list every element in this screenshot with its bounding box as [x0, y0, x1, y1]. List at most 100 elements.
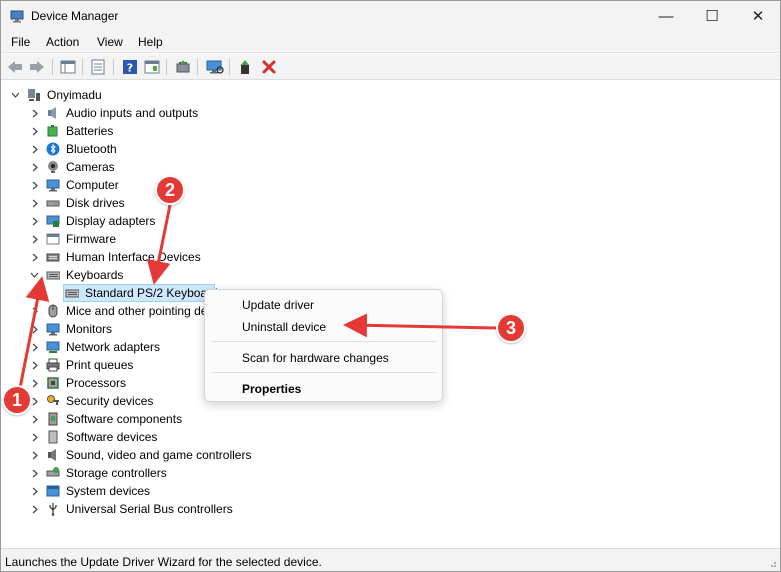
scan-hardware-icon[interactable] [206, 58, 224, 76]
title-bar: Device Manager — ☐ ✕ [1, 1, 780, 31]
tree-item-label: Disk drives [66, 196, 125, 210]
show-hide-console-tree-icon[interactable] [59, 58, 77, 76]
menu-action[interactable]: Action [46, 35, 79, 49]
properties-sheet-icon[interactable] [89, 58, 107, 76]
tree-item-standard-ps2-keyboard[interactable]: Standard PS/2 Keyboard [1, 284, 221, 302]
tree-item-keyboards[interactable]: Keyboards [1, 266, 301, 284]
tree-item-label: Monitors [66, 322, 113, 336]
tree-item-usb-controllers[interactable]: Universal Serial Bus controllers [1, 500, 301, 518]
chevron-right-icon[interactable] [30, 194, 40, 212]
chevron-right-icon[interactable] [30, 302, 40, 320]
chevron-right-icon[interactable] [30, 212, 40, 230]
processor-icon [47, 377, 59, 389]
tree-item-label: Bluetooth [66, 142, 117, 156]
context-update-driver[interactable]: Update driver [242, 298, 314, 312]
menu-file[interactable]: File [11, 35, 30, 49]
tree-item-label: Network adapters [66, 340, 161, 354]
bluetooth-icon [46, 142, 60, 156]
firmware-icon [46, 233, 60, 245]
chevron-right-icon[interactable] [30, 446, 40, 464]
tree-item-firmware[interactable]: Firmware [1, 230, 301, 248]
tree-item-label: Software components [66, 412, 183, 426]
tree-root[interactable]: Onyimadu [1, 86, 301, 104]
tree-item-software-components[interactable]: Software components [1, 410, 301, 428]
tree-item-label: System devices [66, 484, 151, 498]
tree-item-label: Display adapters [66, 214, 156, 228]
chevron-right-icon[interactable] [30, 374, 40, 392]
toolbar: ? [1, 54, 780, 80]
sound-speaker-icon [48, 449, 56, 461]
monitor-icon [46, 179, 60, 192]
tree-item-label: Software devices [66, 430, 158, 444]
usb-icon [49, 503, 57, 516]
context-properties[interactable]: Properties [242, 382, 301, 396]
tree-item-sound-video[interactable]: Sound, video and game controllers [1, 446, 301, 464]
device-manager-app-icon [10, 10, 24, 23]
context-separator [212, 341, 436, 342]
chevron-right-icon[interactable] [30, 410, 40, 428]
context-scan-hardware[interactable]: Scan for hardware changes [242, 351, 389, 365]
chevron-right-icon[interactable] [30, 248, 40, 266]
action-pane-icon[interactable] [143, 58, 161, 76]
tree-item-system-devices[interactable]: System devices [1, 482, 301, 500]
context-uninstall-device[interactable]: Uninstall device [242, 320, 326, 334]
menu-help[interactable]: Help [138, 35, 163, 49]
chevron-right-icon[interactable] [30, 158, 40, 176]
security-key-icon [47, 395, 59, 405]
forward-arrow-icon[interactable] [28, 58, 46, 76]
tree-item-hid[interactable]: Human Interface Devices [1, 248, 301, 266]
chevron-right-icon[interactable] [30, 482, 40, 500]
tree-item-label: Standard PS/2 Keyboard [85, 286, 218, 300]
chevron-right-icon[interactable] [30, 464, 40, 482]
chevron-right-icon[interactable] [30, 230, 40, 248]
status-bar: Launches the Update Driver Wizard for th… [1, 548, 780, 571]
minimize-button[interactable]: — [643, 1, 689, 31]
tree-item-audio[interactable]: Audio inputs and outputs [1, 104, 301, 122]
tree-root-label: Onyimadu [47, 88, 102, 102]
tree-item-label: Human Interface Devices [66, 250, 201, 264]
chevron-down-icon[interactable] [29, 266, 39, 284]
chevron-right-icon[interactable] [30, 500, 40, 518]
tree-item-display-adapters[interactable]: Display adapters [1, 212, 301, 230]
resize-grip-icon[interactable] [767, 558, 777, 568]
tree-item-storage-controllers[interactable]: Storage controllers [1, 464, 301, 482]
chevron-right-icon[interactable] [30, 140, 40, 158]
svg-text:?: ? [127, 62, 133, 75]
tree-item-computer[interactable]: Computer [1, 176, 301, 194]
battery-icon [47, 125, 58, 137]
status-text: Launches the Update Driver Wizard for th… [5, 555, 322, 569]
menu-view[interactable]: View [97, 35, 123, 49]
chevron-right-icon[interactable] [30, 104, 40, 122]
help-icon[interactable]: ? [121, 58, 139, 76]
tree-item-label: Cameras [66, 160, 115, 174]
tree-item-software-devices[interactable]: Software devices [1, 428, 301, 446]
chevron-right-icon[interactable] [30, 428, 40, 446]
annotation-badge-3: 3 [496, 313, 526, 343]
tree-item-bluetooth[interactable]: Bluetooth [1, 140, 301, 158]
update-driver-icon[interactable] [174, 58, 192, 76]
chevron-right-icon[interactable] [30, 356, 40, 374]
tree-item-batteries[interactable]: Batteries [1, 122, 301, 140]
chevron-right-icon[interactable] [30, 338, 40, 356]
chevron-right-icon[interactable] [30, 320, 40, 338]
add-driver-icon[interactable] [237, 58, 255, 76]
speaker-icon [48, 107, 56, 119]
tree-item-label: Keyboards [66, 268, 124, 282]
annotation-badge-2: 2 [155, 175, 185, 205]
camera-icon [48, 161, 58, 173]
tree-item-disk-drives[interactable]: Disk drives [1, 194, 301, 212]
chevron-right-icon[interactable] [30, 122, 40, 140]
back-arrow-icon[interactable] [6, 58, 24, 76]
window-title: Device Manager [31, 9, 119, 23]
keyboard-icon [46, 271, 60, 280]
network-adapter-icon [46, 341, 60, 353]
tree-item-cameras[interactable]: Cameras [1, 158, 301, 176]
maximize-button[interactable]: ☐ [689, 1, 735, 31]
chevron-down-icon[interactable] [10, 86, 20, 104]
uninstall-x-icon[interactable] [260, 58, 278, 76]
chevron-right-icon[interactable] [30, 176, 40, 194]
tree-item-label: Universal Serial Bus controllers [66, 502, 233, 516]
context-separator [212, 372, 436, 373]
close-button[interactable]: ✕ [735, 1, 781, 31]
tree-item-label: Print queues [66, 358, 134, 372]
